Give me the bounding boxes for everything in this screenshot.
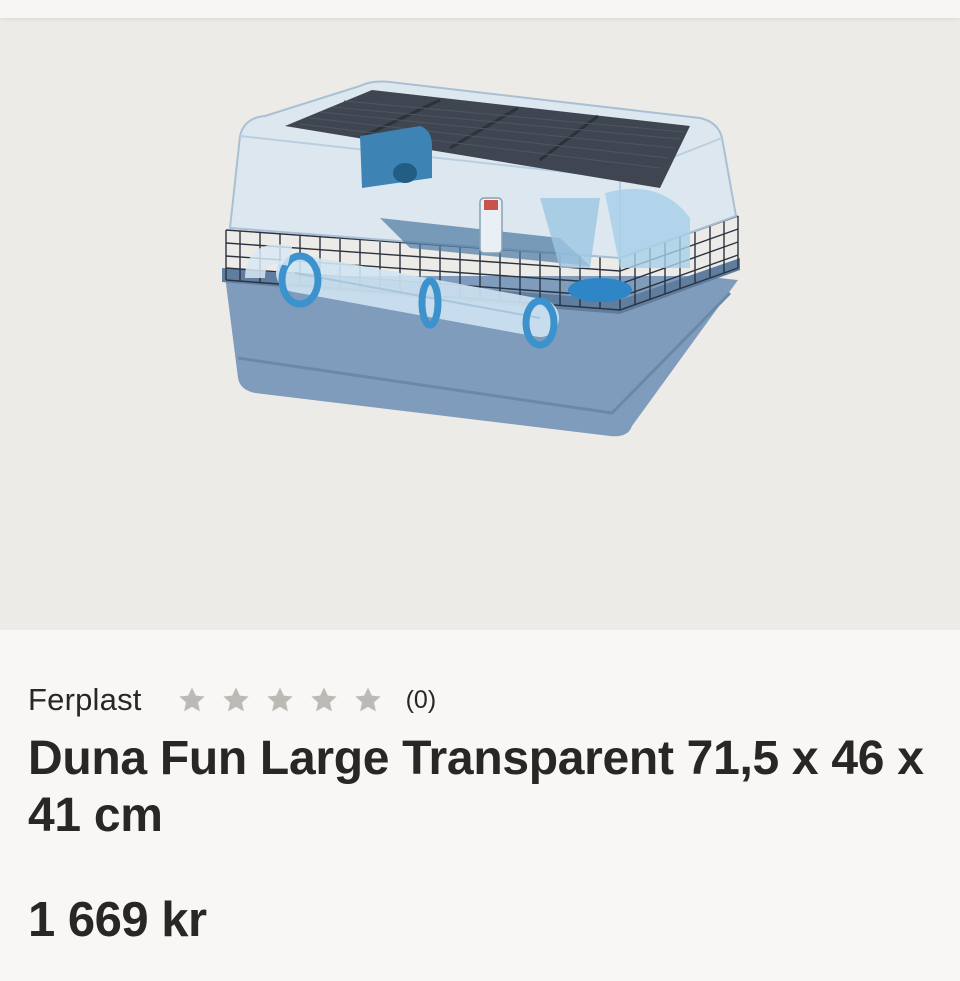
star-icon xyxy=(310,687,337,712)
rating-stars[interactable] xyxy=(176,684,384,716)
product-image[interactable] xyxy=(0,18,960,630)
review-count[interactable]: (0) xyxy=(406,686,437,715)
brand-rating-row: Ferplast (0) xyxy=(28,680,436,720)
product-title: Duna Fun Large Transparent 71,5 x 46 x 4… xyxy=(28,732,924,842)
star-icon xyxy=(222,687,249,712)
product-price: 1 669 kr xyxy=(28,893,207,947)
top-bar xyxy=(0,0,960,18)
star-icon xyxy=(178,687,205,712)
star-icon xyxy=(266,687,293,712)
brand-name[interactable]: Ferplast xyxy=(28,682,142,718)
product-info: Ferplast (0) Duna Fun Large Transparent … xyxy=(0,630,960,981)
star-icon xyxy=(354,687,381,712)
cage-illustration xyxy=(222,80,740,437)
